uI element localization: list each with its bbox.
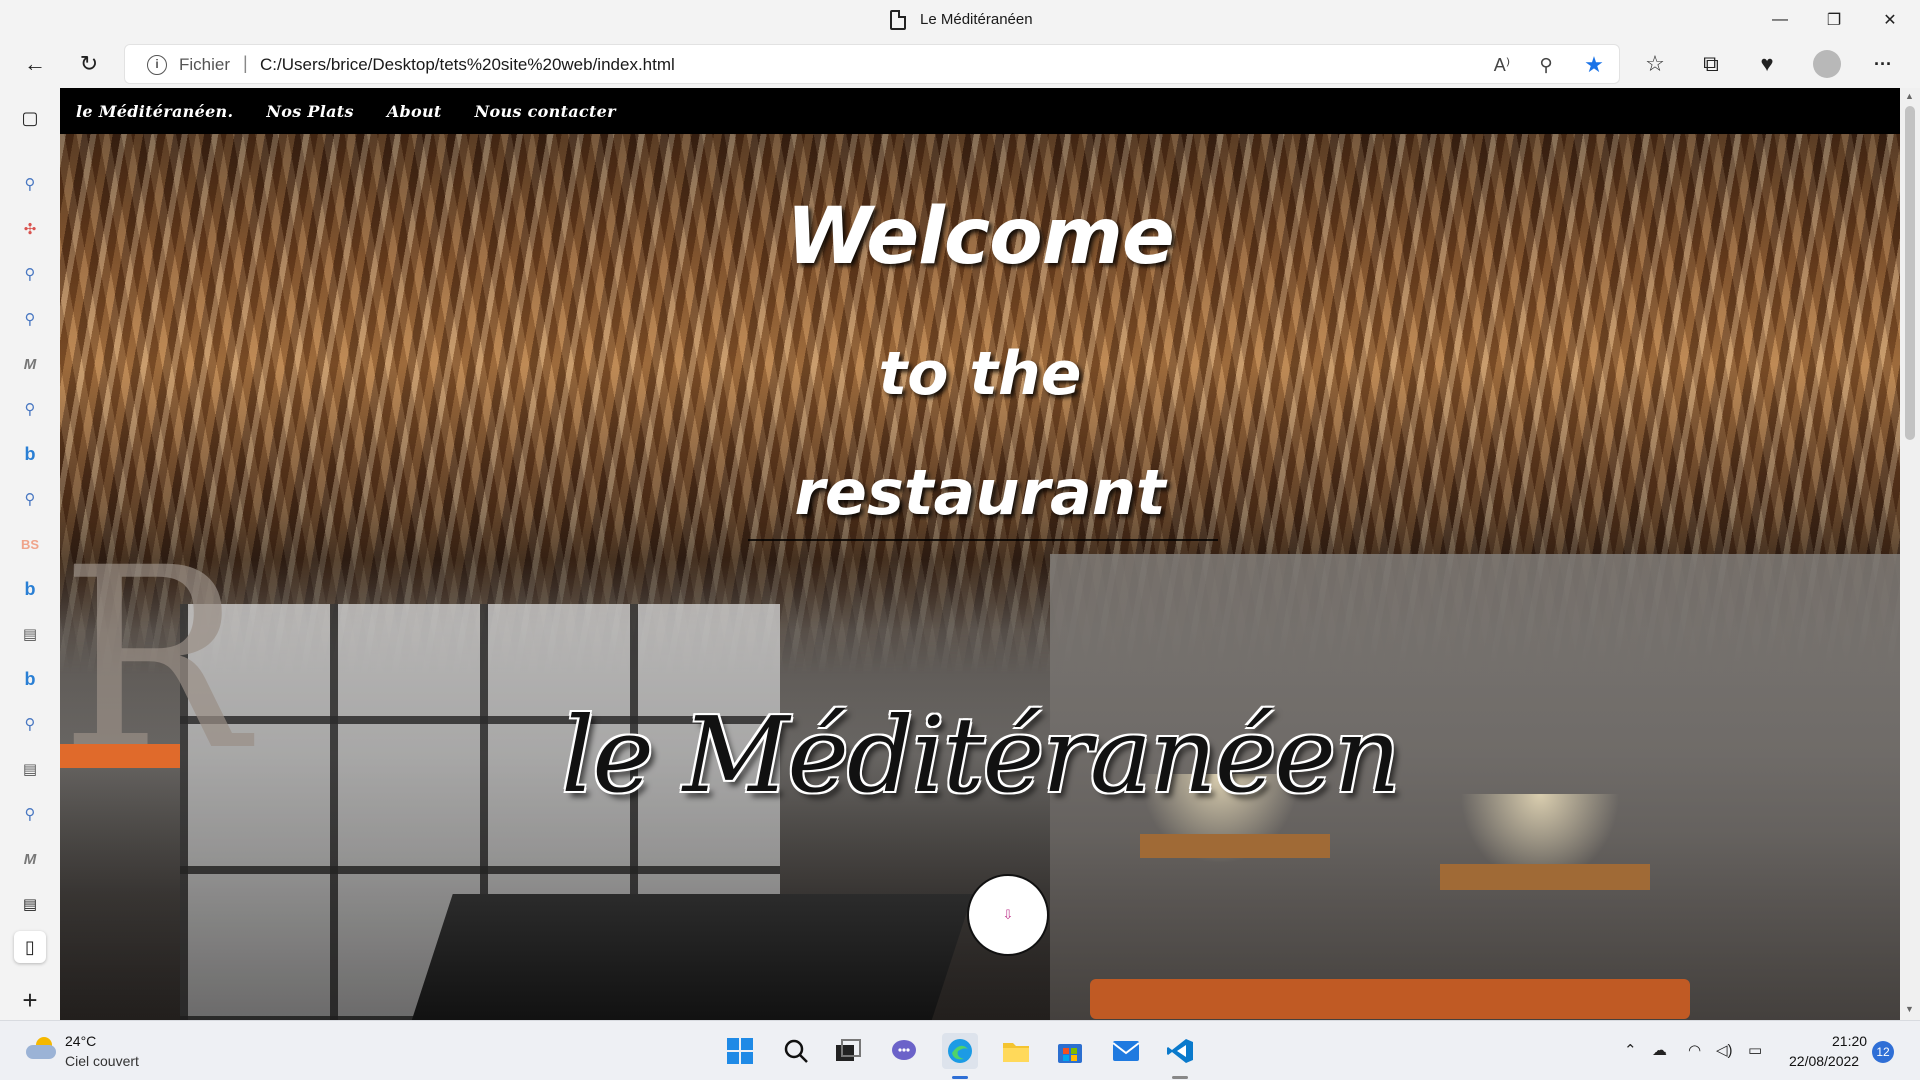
bing-icon[interactable]: b [14,663,46,695]
scroll-down-arrow-icon[interactable]: ▼ [1905,1004,1914,1014]
hero-table [1140,834,1330,858]
battery-icon[interactable]: ▭ [1748,1041,1762,1059]
favorites-icon[interactable]: ☆ [1636,46,1674,82]
site-navbar: le Méditéranéen. Nos Plats About Nous co… [60,88,1900,134]
calendar-icon[interactable]: ▤ [14,753,46,785]
back-button[interactable]: ← [16,46,54,82]
calendar-icon[interactable]: ▤ [14,888,46,920]
m-icon[interactable]: M [14,348,46,380]
hero-restaurant: restaurant [794,456,1166,529]
new-tab-add-icon[interactable]: + [14,984,46,1016]
page-viewport: le Méditéranéen. Nos Plats About Nous co… [60,88,1900,1020]
zoom-icon[interactable]: ⚲ [1531,51,1561,79]
bing-icon[interactable]: b [14,573,46,605]
address-bar[interactable]: i Fichier | C:/Users/brice/Desktop/tets%… [124,44,1620,84]
search-icon[interactable]: ⚲ [14,258,46,290]
address-separator: | [243,53,248,73]
vscode-icon[interactable] [1162,1033,1198,1069]
weather-temperature[interactable]: 24°C [65,1033,96,1049]
hero-divider [748,539,1218,541]
edge-icon[interactable] [942,1033,978,1069]
page-scrollbar[interactable]: ▲ ▼ [1900,88,1920,1020]
teams-chat-icon[interactable] [886,1033,922,1069]
windows-taskbar: 24°C Ciel couvert ⌃ ☁ ◠ ◁) ▭ 21:20 22/08… [0,1020,1920,1080]
browser-health-icon[interactable]: ♥ [1748,46,1786,82]
nav-link-nos-plats[interactable]: Nos Plats [266,102,353,121]
weather-condition[interactable]: Ciel couvert [65,1053,139,1069]
tray-chevron-icon[interactable]: ⌃ [1624,1041,1637,1059]
nav-link-about[interactable]: About [387,102,442,121]
scrollbar-thumb[interactable] [1905,106,1915,440]
maximize-button[interactable]: ❐ [1806,0,1862,40]
store-icon[interactable] [1052,1033,1088,1069]
search-icon[interactable]: ⚲ [14,798,46,830]
hero-welcome: Welcome [786,192,1175,282]
bs-icon[interactable]: BS [14,528,46,560]
window-title: Le Méditéranéen [920,11,1033,28]
collections-icon[interactable]: ⧉ [1692,46,1730,82]
url-field[interactable]: C:/Users/brice/Desktop/tets%20site%20web… [260,55,675,75]
hero-bench [1090,979,1690,1019]
clock-date[interactable]: 22/08/2022 [1789,1053,1859,1069]
volume-icon[interactable]: ◁) [1716,1041,1733,1059]
hero-to-the: to the [878,339,1082,409]
scheme-label: Fichier [179,55,231,74]
edge-active-indicator [952,1076,968,1079]
onedrive-cloud-icon[interactable]: ☁ [1652,1041,1667,1059]
close-button[interactable]: ✕ [1862,0,1918,40]
search-icon[interactable]: ⚲ [14,303,46,335]
read-aloud-icon[interactable]: A⁾ [1487,51,1517,79]
avatar-icon [1813,50,1841,78]
apps-icon[interactable]: ✣ [14,213,46,245]
windows-start-icon[interactable] [722,1033,758,1069]
vscode-running-indicator [1172,1076,1188,1079]
calendar-icon[interactable]: ▤ [14,618,46,650]
profile-avatar[interactable] [1808,46,1846,82]
search-icon[interactable]: ⚲ [14,483,46,515]
file-explorer-icon[interactable] [998,1033,1034,1069]
active-tab-page-icon[interactable]: ▯ [14,931,46,963]
tab-actions-icon[interactable]: ▢ [14,102,46,134]
refresh-button[interactable]: ↻ [70,46,108,82]
bing-icon[interactable]: b [14,438,46,470]
nav-link-nous-contacter[interactable]: Nous contacter [475,102,616,121]
task-view-icon[interactable] [830,1033,866,1069]
title-bar: Le Méditéranéen — ❐ ✕ [0,0,1920,40]
wifi-icon[interactable]: ◠ [1688,1041,1701,1059]
search-icon[interactable]: ⚲ [14,393,46,425]
arrow-down-icon: ⇩ [1002,907,1014,922]
more-menu-icon[interactable]: ··· [1864,46,1902,82]
favorite-star-icon[interactable]: ★ [1579,51,1609,79]
document-icon [890,10,906,30]
search-icon[interactable]: ⚲ [14,708,46,740]
hero-brand-name: le Méditéranéen [561,694,1401,816]
search-icon[interactable] [778,1033,814,1069]
hero-bar-counter [407,894,973,1020]
minimize-button[interactable]: — [1752,0,1808,40]
scroll-down-button[interactable]: ⇩ [967,874,1049,956]
vertical-tabs-sidebar: ▢ ⚲ ✣ ⚲ ⚲ M ⚲ b ⚲ BS b ▤ b ⚲ ▤ ⚲ M ▤ ▯ + [0,88,60,1020]
notification-badge[interactable]: 12 [1872,1041,1894,1063]
hero-table [1440,864,1650,890]
m-icon[interactable]: M [14,843,46,875]
mail-icon[interactable] [1108,1033,1144,1069]
search-icon[interactable]: ⚲ [14,168,46,200]
clock-time[interactable]: 21:20 [1832,1033,1867,1049]
site-info-icon[interactable]: i [147,55,167,75]
site-logo-link[interactable]: le Méditéranéen. [76,102,233,121]
scroll-up-arrow-icon[interactable]: ▲ [1905,91,1914,101]
browser-toolbar: ← ↻ i Fichier | C:/Users/brice/Desktop/t… [0,40,1920,88]
weather-cloud-icon[interactable] [26,1037,56,1059]
